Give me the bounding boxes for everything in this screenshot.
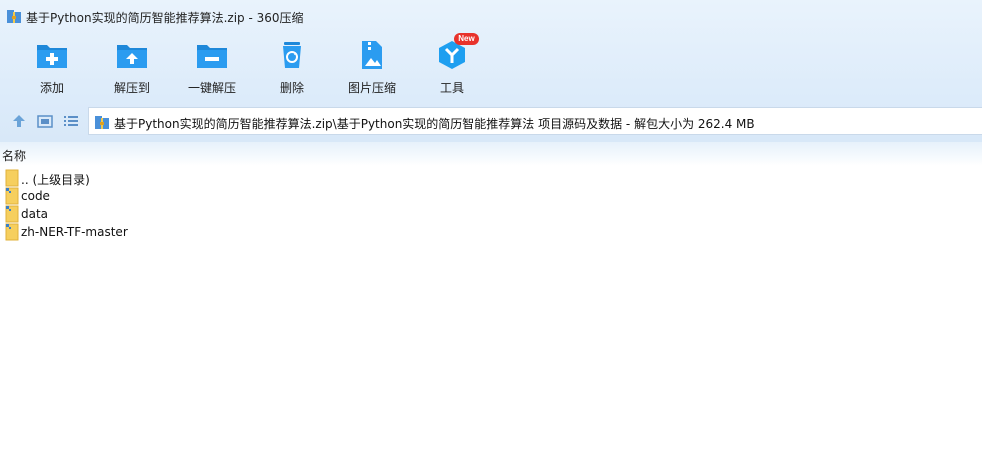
image-compress-label: 图片压缩 [347,81,396,95]
window-title: 基于Python实现的简历智能推荐算法.zip - 360压缩 [26,11,304,25]
add-icon [35,40,69,73]
list-item-data[interactable]: data [0,205,300,223]
tools-button[interactable]: 工具 [417,38,487,98]
file-name: code [21,189,50,203]
title-bar: 基于Python实现的简历智能推荐算法.zip - 360压缩 [0,0,982,32]
one-click-extract-icon [195,40,229,73]
file-name: .. (上级目录) [21,173,90,187]
toolbar: 添加 解压到 一键解压 删除 图片压缩 工具 [0,38,600,98]
list-view-icon[interactable] [63,113,81,129]
archive-icon [94,114,110,133]
delete-label: 删除 [279,81,304,95]
column-header: 名称 [0,142,982,166]
list-item-zh-ner-tf-master[interactable]: zh-NER-TF-master [0,223,300,241]
tools-label: 工具 [439,81,464,95]
add-button[interactable]: 添加 [17,38,87,98]
extract-to-icon [115,40,149,73]
address-bar[interactable]: 基于Python实现的简历智能推荐算法.zip\基于Python实现的简历智能推… [88,107,982,135]
recycle-bin-icon [275,40,309,73]
one-click-extract-button[interactable]: 一键解压 [177,38,247,98]
thumbnail-view-icon[interactable] [37,113,55,129]
column-name-header[interactable]: 名称 [2,147,26,164]
extract-to-button[interactable]: 解压到 [97,38,167,98]
file-name: data [21,207,49,221]
one-click-extract-label: 一键解压 [187,81,236,95]
list-item-parent-directory[interactable]: .. (上级目录) [0,169,300,187]
archive-icon [6,8,22,27]
new-badge: New [454,33,479,45]
up-arrow-icon[interactable] [11,113,29,129]
zip-folder-icon [5,223,19,244]
extract-to-label: 解压到 [113,81,150,95]
navigation-row: 基于Python实现的简历智能推荐算法.zip\基于Python实现的简历智能推… [0,106,982,136]
list-item-code[interactable]: code [0,187,300,205]
address-path: 基于Python实现的简历智能推荐算法.zip\基于Python实现的简历智能推… [114,117,755,131]
delete-button[interactable]: 删除 [257,38,327,98]
file-name: zh-NER-TF-master [21,225,128,239]
add-label: 添加 [39,81,64,95]
image-compress-button[interactable]: 图片压缩 [337,38,407,98]
image-compress-icon [355,40,389,73]
